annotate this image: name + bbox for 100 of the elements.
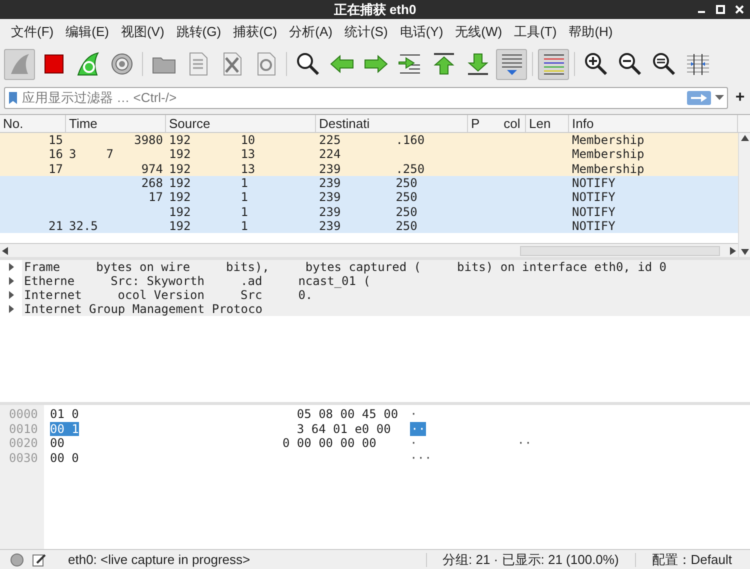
hex-bytes: 0 00 00 00 00: [282, 436, 376, 450]
bookmark-icon: [8, 91, 18, 105]
detail-text: Frame: [24, 260, 60, 274]
packet-destination: 250: [396, 218, 418, 233]
column-header[interactable]: Destinati: [319, 114, 370, 134]
packet-time: 3: [69, 147, 76, 162]
packet-source: 1: [240, 204, 248, 219]
menu-item[interactable]: 视图(V): [114, 22, 170, 42]
packet-number: 17: [48, 162, 63, 176]
byte-offset: 0000: [8, 407, 39, 422]
menu-item[interactable]: 工具(T): [508, 22, 563, 42]
menu-item[interactable]: 统计(S): [338, 22, 394, 42]
column-header[interactable]: No.: [3, 114, 24, 134]
menu-item[interactable]: 电话(Y): [394, 22, 450, 42]
packet-destination: 250: [396, 204, 418, 219]
packet-time: 3980: [134, 133, 163, 148]
packet-source: 1: [240, 190, 248, 204]
packet-source: 1: [240, 176, 248, 190]
search-icon: [294, 51, 320, 77]
settings-icon: [108, 51, 134, 77]
packet-row[interactable]: 15 3980 192 10 225 .160 Membership: [0, 133, 738, 148]
packet-info: Membership: [572, 133, 644, 148]
detail-text: bits),: [226, 260, 270, 274]
add-filter-button[interactable]: +: [734, 86, 746, 110]
menu-item[interactable]: 跳转(G): [170, 22, 228, 42]
packet-number: 15: [48, 133, 63, 148]
detail-text: .ad: [240, 274, 262, 288]
hex-bytes: 00 0: [50, 450, 79, 465]
packet-time: 974: [141, 162, 163, 176]
packet-time: 17: [148, 190, 163, 204]
filter-input[interactable]: 应用显示过滤器 … <Ctrl-/>: [22, 88, 683, 108]
packet-info: NOTIFY: [572, 204, 616, 219]
scroll-up-icon[interactable]: [740, 135, 748, 141]
menu-item[interactable]: 编辑(E): [60, 22, 115, 42]
scroll-down-icon[interactable]: [740, 249, 748, 255]
detail-text: ncast_01 (: [298, 274, 370, 288]
toolbar-button[interactable]: [496, 48, 527, 80]
packet-destination: 239: [319, 218, 341, 233]
menu-item[interactable]: 帮助(H): [562, 22, 619, 42]
detail-text: ocol Version: [118, 288, 204, 302]
detail-text: Internet Group Management Protoco: [24, 302, 262, 316]
hex-bytes: 00 1: [50, 422, 79, 436]
packet-destination: 250: [396, 190, 418, 204]
vertical-scrollbar[interactable]: [738, 133, 750, 257]
column-header[interactable]: Time: [69, 114, 98, 134]
packet-info: Membership: [572, 147, 644, 162]
detail-text: Internet: [24, 288, 82, 302]
packet-row[interactable]: 268 192 1 239 250 NOTIFY: [0, 176, 738, 190]
packet-row[interactable]: 21 32.5 192 1 239 250 NOTIFY: [0, 218, 738, 234]
column-header[interactable]: Source: [169, 114, 210, 134]
ascii-text: ·: [410, 436, 418, 450]
scroll-right-icon[interactable]: [730, 246, 736, 254]
close-icon[interactable]: [735, 5, 744, 14]
menu-item[interactable]: 捕获(C): [227, 22, 284, 42]
byte-offset: 0020: [8, 436, 39, 450]
packet-row[interactable]: 192 1 239 250 NOTIFY: [0, 204, 738, 219]
packet-destination: .160: [396, 133, 425, 148]
profile-status: 配置：Default: [650, 550, 733, 569]
ascii-text: ·: [410, 407, 418, 422]
hex-bytes: 05 08 00 45 00: [296, 407, 398, 422]
column-header[interactable]: P: [471, 114, 480, 134]
column-header[interactable]: Info: [572, 114, 594, 134]
packet-source: 13: [240, 162, 256, 176]
detail-text: Src: [240, 288, 262, 302]
column-header[interactable]: col: [504, 114, 520, 134]
column-header[interactable]: Len: [529, 114, 551, 134]
zoom-in-icon: [582, 51, 608, 77]
hex-bytes: 3 64 01 e0 00: [296, 422, 391, 436]
menu-item[interactable]: 文件(F): [5, 22, 60, 42]
dropdown-caret-icon[interactable]: [715, 95, 724, 101]
hex-bytes: 00: [50, 436, 64, 450]
detail-text: bytes on wire: [96, 260, 190, 274]
status-circle-icon: [10, 552, 24, 566]
ascii-text: ···: [410, 450, 432, 465]
menu-item[interactable]: 分析(A): [283, 22, 338, 42]
horizontal-scrollbar[interactable]: [0, 243, 738, 257]
maximize-icon[interactable]: [716, 5, 725, 14]
packet-row[interactable]: 17 974 192 13 239 .250 Membership: [0, 162, 738, 176]
packet-count: 分组: 21 · 已显示: 21 (100.0%): [442, 550, 620, 569]
detail-text: bytes captured (: [305, 260, 421, 274]
zoom-out-icon: [616, 51, 642, 77]
packet-row[interactable]: 16 3 7 192 13 224 Membership: [0, 147, 738, 162]
packet-destination: 224: [319, 147, 341, 162]
detail-text: Src: Skyworth: [110, 274, 204, 288]
scroll-left-icon[interactable]: [2, 246, 8, 254]
resize-columns-icon: [684, 51, 710, 77]
packet-row[interactable]: 17 192 1 239 250 NOTIFY: [0, 190, 738, 204]
packet-info: NOTIFY: [572, 218, 616, 233]
packet-number: 16: [48, 147, 63, 162]
menu-item[interactable]: 无线(W): [449, 22, 508, 42]
toolbar-button[interactable]: [538, 48, 569, 80]
detail-text: 0.: [298, 288, 313, 302]
packet-info: NOTIFY: [572, 190, 616, 204]
packet-destination: .250: [396, 162, 425, 176]
packet-source: 192: [169, 218, 191, 233]
ascii-text: ··: [410, 422, 426, 436]
edit-note-icon[interactable]: [32, 552, 46, 566]
filter-field[interactable]: 应用显示过滤器 … <Ctrl-/>: [4, 87, 728, 109]
packet-destination: 239: [319, 204, 341, 219]
shark-fin-refresh-icon: [74, 51, 100, 77]
